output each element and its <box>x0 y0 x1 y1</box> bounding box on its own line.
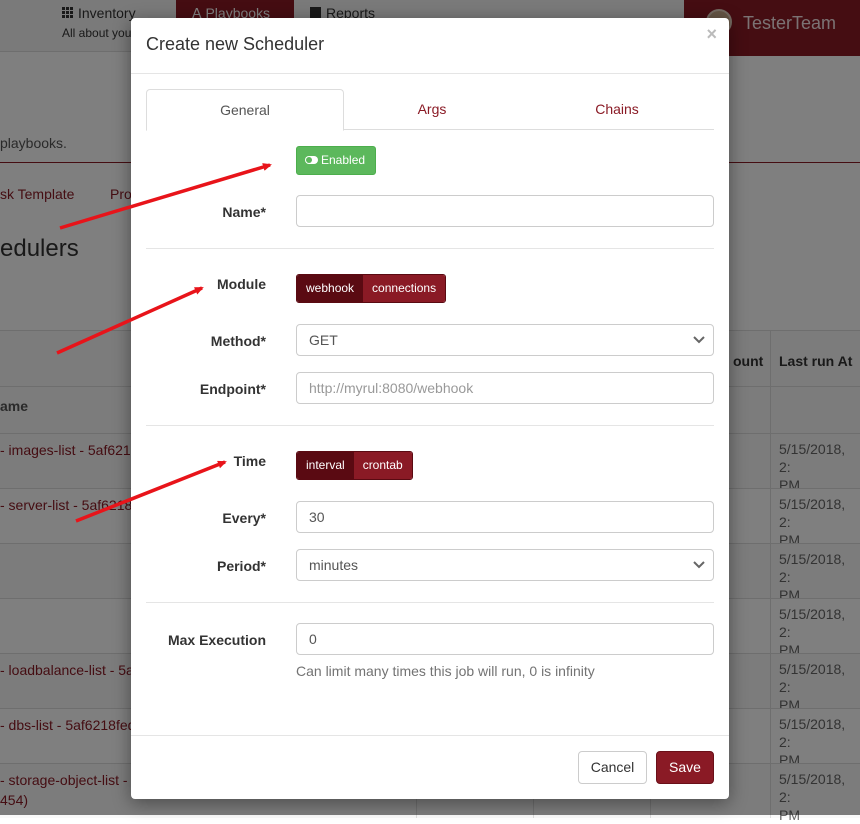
period-select[interactable]: minutes <box>296 549 714 581</box>
section-divider <box>146 248 714 249</box>
time-label: Time <box>233 453 266 469</box>
name-input[interactable] <box>296 195 714 227</box>
endpoint-label: Endpoint* <box>199 381 266 397</box>
max-execution-label: Max Execution <box>167 632 266 648</box>
every-input[interactable]: 30 <box>296 501 714 533</box>
chevron-down-icon <box>693 561 705 569</box>
period-value: minutes <box>309 557 359 573</box>
time-interval-button[interactable]: interval <box>297 452 354 479</box>
tab-chains[interactable]: Chains <box>520 89 714 130</box>
time-crontab-button[interactable]: crontab <box>353 452 412 479</box>
toggle-on-icon <box>305 156 318 164</box>
period-label: Period* <box>216 558 266 574</box>
method-value: GET <box>309 332 338 348</box>
method-select[interactable]: GET <box>296 324 714 356</box>
endpoint-input[interactable]: http://myrul:8080/webhook <box>296 372 714 404</box>
module-button-group: webhook connections <box>296 274 447 303</box>
save-button[interactable]: Save <box>656 751 714 784</box>
modal-footer-divider <box>131 735 729 736</box>
module-connections-button[interactable]: connections <box>363 275 446 302</box>
modal-title: Create new Scheduler <box>146 34 325 54</box>
chevron-down-icon <box>693 336 705 344</box>
modal-header-divider <box>131 73 729 74</box>
section-divider <box>146 602 714 603</box>
module-webhook-button[interactable]: webhook <box>297 275 364 302</box>
method-label: Method* <box>210 333 266 349</box>
section-divider <box>146 425 714 426</box>
every-label: Every* <box>222 510 266 526</box>
max-execution-input[interactable]: 0 <box>296 623 714 655</box>
tab-general[interactable]: General <box>146 89 344 131</box>
create-scheduler-modal: Create new Scheduler × General Args Chai… <box>131 18 729 799</box>
max-execution-help: Can limit many times this job will run, … <box>296 663 595 679</box>
close-icon[interactable]: × <box>706 24 717 45</box>
name-label: Name* <box>222 204 266 220</box>
time-button-group: interval crontab <box>296 451 413 480</box>
enabled-toggle-button[interactable]: Enabled <box>296 146 377 175</box>
modal-tabs: General Args Chains <box>146 89 714 131</box>
tab-args[interactable]: Args <box>344 89 520 130</box>
module-label: Module <box>217 276 266 292</box>
cancel-button[interactable]: Cancel <box>578 751 647 784</box>
